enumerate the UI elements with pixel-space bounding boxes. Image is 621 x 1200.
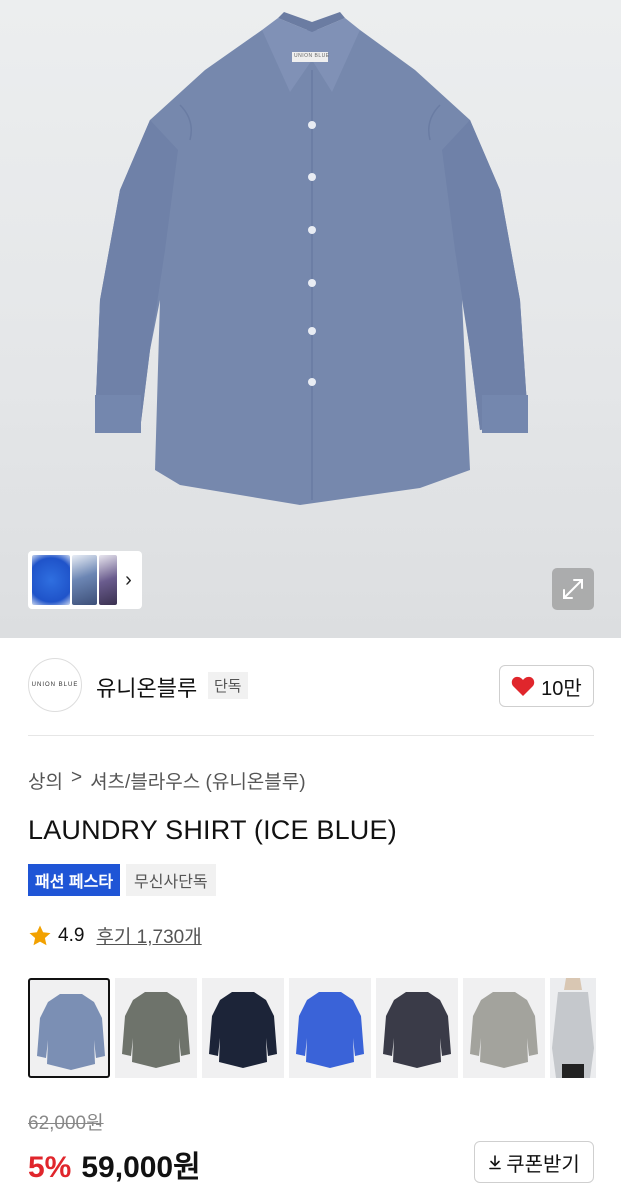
price-row: 5% 59,000원 xyxy=(28,1142,201,1186)
color-option-blue[interactable] xyxy=(289,978,371,1078)
thumbnail-1[interactable] xyxy=(32,555,71,605)
brand-logo-text: UNION BLUE xyxy=(31,682,79,688)
heart-icon xyxy=(511,676,535,696)
badge-musinsa-exclusive: 무신사단독 xyxy=(126,864,216,896)
rating-score: 4.9 xyxy=(58,924,85,946)
reviews-link[interactable]: 후기 1,730개 xyxy=(96,922,201,949)
coupon-button[interactable]: 쿠폰받기 xyxy=(474,1141,594,1183)
shirt-thumbnail xyxy=(209,992,277,1068)
coupon-label: 쿠폰받기 xyxy=(506,1153,580,1176)
sale-price: 59,000원 xyxy=(81,1151,201,1184)
original-price: 62,000원 xyxy=(28,1113,104,1134)
discount-rate: 5% xyxy=(28,1151,72,1184)
shirt-thumbnail xyxy=(296,992,364,1068)
color-option-navy[interactable] xyxy=(202,978,284,1078)
expand-button[interactable] xyxy=(552,568,594,610)
model-thumbnail xyxy=(550,978,596,1078)
product-title: LAUNDRY SHIRT (ICE BLUE) xyxy=(28,815,397,845)
like-button[interactable]: 10만 xyxy=(499,665,594,707)
rating: 4.9 후기 1,730개 xyxy=(28,922,202,949)
badge-fashion-festa: 패션 페스타 xyxy=(28,864,121,896)
expand-icon xyxy=(563,579,583,599)
shirt-label: UNION BLUE xyxy=(294,53,330,59)
shirt-image xyxy=(95,12,528,505)
brand-name[interactable]: 유니온블루 xyxy=(96,671,197,703)
breadcrumb-category[interactable]: 상의 xyxy=(28,767,63,794)
chevron-right-icon[interactable]: › xyxy=(119,555,138,605)
breadcrumb: 상의 > 셔츠/블라우스 (유니온블루) xyxy=(28,767,306,794)
star-icon xyxy=(29,925,51,945)
like-count: 10만 xyxy=(541,677,582,700)
breadcrumb-subcategory[interactable]: 셔츠/블라우스 (유니온블루) xyxy=(90,767,306,794)
thumbnail-3[interactable] xyxy=(99,555,117,605)
color-option-gray[interactable] xyxy=(463,978,545,1078)
image-thumbnail-strip[interactable]: › xyxy=(28,551,142,609)
thumbnail-2[interactable] xyxy=(72,555,98,605)
download-icon xyxy=(489,1155,501,1170)
brand-exclusive-tag: 단독 xyxy=(208,672,248,699)
color-options xyxy=(28,978,596,1078)
shirt-thumbnail xyxy=(383,992,451,1068)
shirt-thumbnail xyxy=(470,992,538,1068)
shirt-thumbnail xyxy=(122,992,190,1068)
color-option-charcoal[interactable] xyxy=(376,978,458,1078)
color-option-model[interactable] xyxy=(550,978,596,1078)
brand-logo[interactable]: UNION BLUE xyxy=(28,658,82,712)
color-option-khaki[interactable] xyxy=(115,978,197,1078)
divider xyxy=(28,735,594,736)
shirt-thumbnail xyxy=(37,994,105,1070)
product-image[interactable]: UNION BLUE › xyxy=(0,0,621,638)
color-option-ice-blue[interactable] xyxy=(28,978,110,1078)
badges: 패션 페스타 무신사단독 xyxy=(28,864,216,896)
chevron-right-icon: > xyxy=(70,767,83,788)
brand-row: UNION BLUE 유니온블루 단독 10만 xyxy=(28,658,594,714)
